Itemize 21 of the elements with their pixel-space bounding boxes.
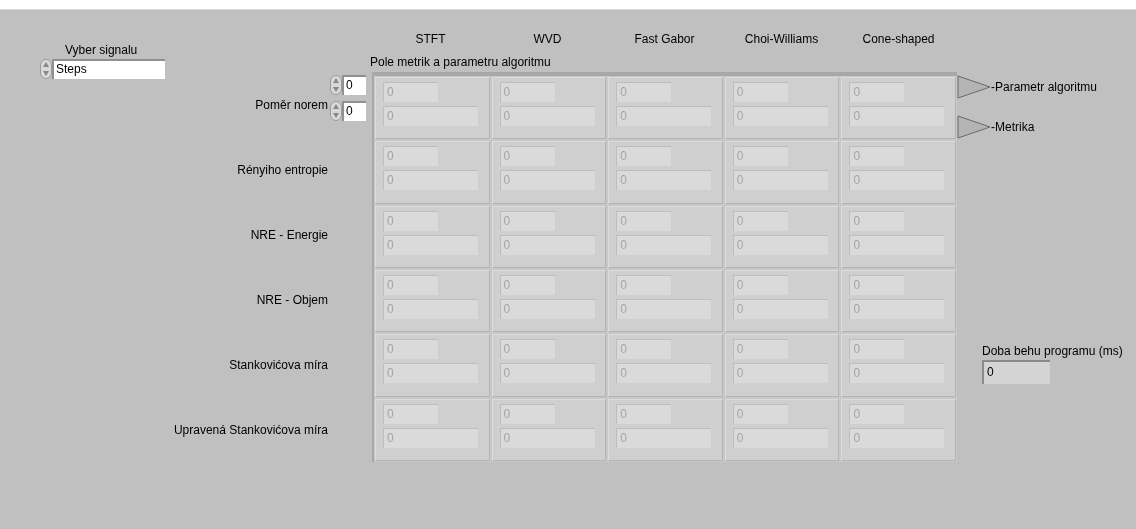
signal-selector[interactable]: Steps <box>52 59 165 79</box>
row-label: Rényiho entropie <box>237 161 328 179</box>
runtime-field: 0 <box>982 360 1050 384</box>
column-header: STFT <box>414 32 447 46</box>
increment-decrement-icon[interactable] <box>330 75 342 95</box>
row-label: Upravená Stankovićova míra <box>173 421 328 439</box>
increment-decrement-icon[interactable] <box>330 101 342 121</box>
field-label: Doba behu programu (ms) <box>982 344 1124 358</box>
array-label: Pole metrik a parametru algoritmu <box>370 55 552 69</box>
increment-decrement-icon[interactable] <box>40 59 52 79</box>
column-header: Choi-Williams <box>743 32 820 46</box>
legend-label: -Parametr algoritmu <box>991 79 1098 96</box>
row-label: Stankovićova míra <box>229 356 328 374</box>
row-label: NRE - Objem <box>256 291 328 309</box>
row-label: Poměr norem <box>255 96 328 114</box>
row-label: NRE - Energie <box>250 226 328 244</box>
column-header: Cone-shaped <box>861 32 936 46</box>
legend-label: -Metrika <box>991 119 1035 136</box>
field-label: Vyber signalu <box>65 43 139 57</box>
column-header: WVD <box>532 32 563 46</box>
column-header: Fast Gabor <box>633 32 696 46</box>
